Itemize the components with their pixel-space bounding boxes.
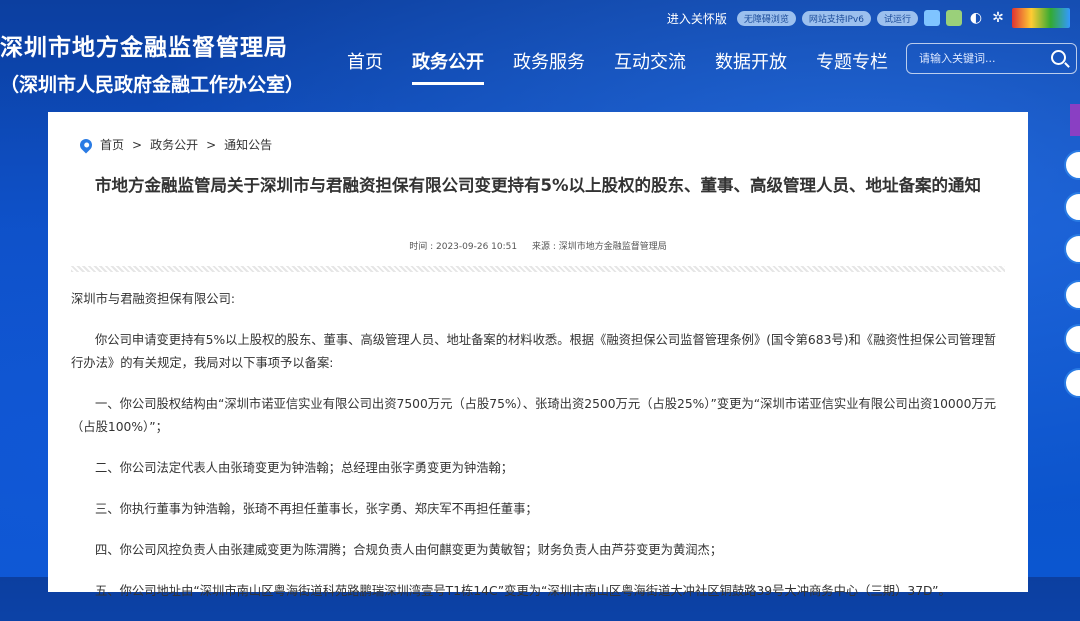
article-paragraph: 一、你公司股权结构由“深圳市诺亚信实业有限公司出资7500万元（占股75%）、张…	[71, 397, 996, 434]
trial-run-badge[interactable]: 试运行	[876, 10, 918, 26]
search-input[interactable]	[917, 51, 1051, 66]
top-utility-bar: 进入关怀版 无障碍浏览 网站支持IPv6 试运行 ◐ ✲	[667, 8, 1070, 28]
read-aloud-icon[interactable]	[924, 10, 940, 26]
breadcrumb: 首页 > 政务公开 > 通知公告	[77, 136, 272, 153]
partner-logo-icon[interactable]	[1012, 8, 1070, 28]
publish-time: 时间 : 2023-09-26 10:51	[409, 242, 518, 252]
accessible-browse-button[interactable]: 无障碍浏览	[736, 10, 796, 26]
nav-services[interactable]: 政务服务	[513, 48, 585, 85]
breadcrumb-home[interactable]: 首页	[100, 136, 124, 153]
breadcrumb-separator: >	[206, 137, 217, 152]
main-nav: 首页 政务公开 政务服务 互动交流 数据开放 专题专栏	[347, 48, 888, 85]
weibo-icon[interactable]: ◐	[968, 10, 984, 26]
article-card: 首页 > 政务公开 > 通知公告 市地方金融监管局关于深圳市与君融资担保有限公司…	[48, 112, 1028, 598]
article-paragraph: 二、你公司法定代表人由张琦变更为钟浩翰；总经理由张字勇变更为钟浩翰；	[95, 461, 514, 475]
care-mode-link[interactable]: 进入关怀版	[667, 10, 727, 27]
right-floating-tools	[1064, 104, 1080, 398]
breadcrumb-separator: >	[132, 137, 143, 152]
article-paragraph: 五、你公司地址由“深圳市南山区粤海街道科苑路鹏瑞深圳湾壹号T1栋14C”变更为“…	[95, 584, 951, 598]
ipv6-badge[interactable]: 网站支持IPv6	[801, 10, 871, 26]
app-icon[interactable]	[946, 10, 962, 26]
divider	[71, 266, 1005, 272]
article-paragraph: 三、你执行董事为钟浩翰，张琦不再担任董事长，张字勇、郑庆军不再担任董事；	[95, 502, 538, 516]
site-logo[interactable]: 深圳市地方金融监督管理局 （深圳市人民政府金融工作办公室）	[0, 28, 304, 97]
article-body: 深圳市与君融资担保有限公司: 你公司申请变更持有5%以上股权的股东、董事、高级管…	[71, 288, 1001, 621]
article-meta: 时间 : 2023-09-26 10:51 来源 : 深圳市地方金融监督管理局	[48, 239, 1028, 252]
breadcrumb-government-affairs[interactable]: 政务公开	[150, 136, 198, 153]
nav-government-affairs[interactable]: 政务公开	[412, 48, 484, 85]
floating-tag[interactable]	[1070, 104, 1080, 136]
article-title: 市地方金融监管局关于深圳市与君融资担保有限公司变更持有5%以上股权的股东、董事、…	[94, 176, 981, 195]
nav-special-topics[interactable]: 专题专栏	[816, 48, 888, 85]
breadcrumb-notices[interactable]: 通知公告	[224, 136, 272, 153]
search-icon[interactable]	[1051, 50, 1066, 65]
salutation: 深圳市与君融资担保有限公司:	[71, 292, 236, 306]
article-paragraph: 你公司申请变更持有5%以上股权的股东、董事、高级管理人员、地址备案的材料收悉。根…	[71, 333, 997, 370]
nav-home[interactable]: 首页	[347, 48, 383, 85]
article-source: 来源 : 深圳市地方金融监督管理局	[531, 242, 667, 252]
nav-open-data[interactable]: 数据开放	[715, 48, 787, 85]
network-icon[interactable]: ✲	[990, 10, 1006, 26]
location-pin-icon	[77, 136, 95, 153]
search-box	[906, 43, 1077, 74]
site-subtitle: （深圳市人民政府金融工作办公室）	[0, 74, 305, 96]
site-title: 深圳市地方金融监督管理局	[0, 35, 288, 61]
article-paragraph: 四、你公司风控负责人由张建威变更为陈渭腾；合规负责人由何麒变更为黄敏智；财务负责…	[95, 543, 723, 557]
nav-interaction[interactable]: 互动交流	[614, 48, 686, 85]
